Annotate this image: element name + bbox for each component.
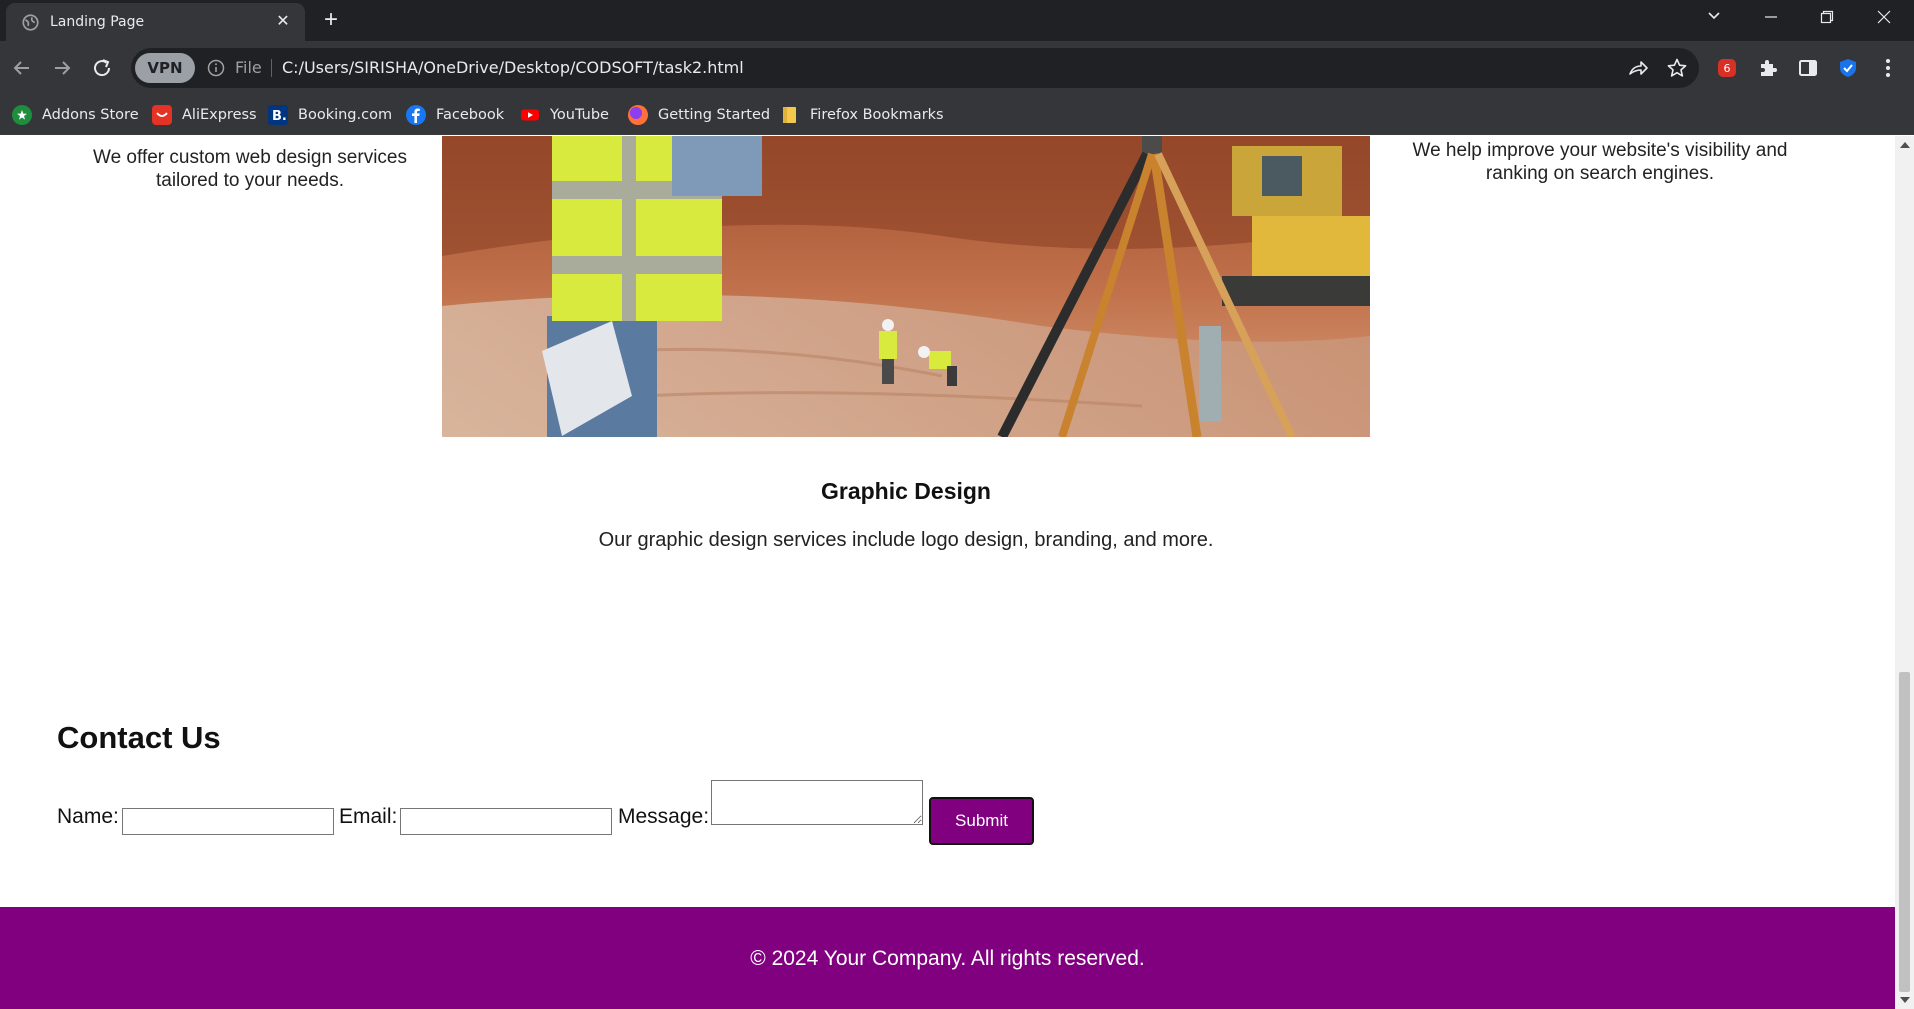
web-design-description: We offer custom web design services tail…	[93, 147, 407, 191]
booking-icon: B.	[268, 105, 288, 125]
info-icon[interactable]	[207, 59, 225, 77]
bookmark-aliexpress[interactable]: AliExpress	[152, 104, 257, 126]
facebook-icon	[406, 105, 426, 125]
page-viewport: We offer custom web design services tail…	[0, 136, 1895, 1009]
back-icon[interactable]	[9, 55, 35, 81]
name-input[interactable]	[122, 808, 334, 835]
globe-icon	[22, 14, 39, 31]
side-panel-icon[interactable]	[1796, 56, 1820, 80]
submit-button[interactable]: Submit	[929, 797, 1034, 845]
tab-title: Landing Page	[50, 14, 145, 30]
graphic-design-title: Graphic Design	[821, 478, 991, 504]
name-label: Name:	[57, 805, 119, 828]
bookmark-booking[interactable]: B. Booking.com	[268, 104, 392, 126]
menu-kebab-icon[interactable]	[1876, 56, 1900, 80]
bookmark-facebook[interactable]: Facebook	[406, 104, 504, 126]
bookmark-label: Addons Store	[42, 107, 139, 123]
browser-toolbar: VPN File C:/Users/SIRISHA/OneDrive/Deskt…	[0, 41, 1914, 95]
tab-landing-page[interactable]: Landing Page ✕	[6, 3, 305, 41]
minimize-icon[interactable]	[1757, 8, 1785, 32]
bookmarks-bar: Addons Store AliExpress B. Booking.com F…	[0, 95, 1914, 135]
bookmark-label: YouTube	[550, 107, 609, 123]
scroll-down-arrow-icon[interactable]	[1900, 997, 1910, 1003]
email-input[interactable]	[400, 808, 612, 835]
bookmark-label: Booking.com	[298, 107, 393, 123]
footer-copyright: © 2024 Your Company. All rights reserved…	[750, 947, 1145, 970]
forward-icon[interactable]	[49, 55, 75, 81]
graphic-design-description: Our graphic design services include logo…	[598, 529, 1214, 551]
scroll-thumb[interactable]	[1899, 672, 1910, 992]
scroll-up-arrow-icon[interactable]	[1900, 142, 1910, 148]
svg-text:B.: B.	[272, 109, 287, 124]
firefox-icon	[628, 105, 648, 125]
bookmark-label: Getting Started	[658, 107, 771, 123]
page-scrollbar[interactable]	[1895, 136, 1914, 1009]
folder-icon	[780, 105, 800, 125]
close-tab-icon[interactable]: ✕	[273, 12, 293, 32]
address-divider	[271, 59, 272, 77]
message-label: Message:	[618, 805, 710, 828]
tab-strip: Landing Page ✕ +	[0, 0, 1914, 41]
footer: © 2024 Your Company. All rights reserved…	[0, 907, 1895, 1009]
share-icon[interactable]	[1627, 57, 1649, 79]
bookmark-getting-started[interactable]: Getting Started	[628, 104, 770, 126]
message-textarea[interactable]	[711, 780, 923, 825]
svg-text:6: 6	[1724, 62, 1731, 75]
shield-check-icon[interactable]	[1836, 56, 1860, 80]
contact-title: Contact Us	[57, 720, 221, 755]
url-text[interactable]: C:/Users/SIRISHA/OneDrive/Desktop/CODSOF…	[282, 58, 744, 77]
vpn-button[interactable]: VPN	[135, 53, 195, 83]
address-bar[interactable]: VPN File C:/Users/SIRISHA/OneDrive/Deskt…	[131, 48, 1699, 88]
tab-search-icon[interactable]	[1700, 8, 1728, 32]
star-icon[interactable]	[1666, 57, 1688, 79]
bookmark-addons-store[interactable]: Addons Store	[12, 104, 139, 126]
construction-site-image	[442, 136, 1370, 437]
email-label: Email:	[339, 805, 398, 828]
file-scheme-label: File	[235, 58, 262, 77]
bookmark-label: AliExpress	[182, 107, 257, 123]
seo-description: We help improve your website's visibilit…	[1412, 140, 1788, 184]
bookmark-youtube[interactable]: YouTube	[520, 104, 609, 126]
reload-icon[interactable]	[89, 55, 115, 81]
new-tab-icon[interactable]: +	[318, 8, 344, 34]
bookmark-label: Facebook	[436, 107, 505, 123]
extensions-puzzle-icon[interactable]	[1756, 56, 1780, 80]
addons-store-icon	[12, 105, 32, 125]
aliexpress-icon	[152, 105, 172, 125]
youtube-icon	[520, 105, 540, 125]
restore-icon[interactable]	[1813, 8, 1841, 32]
bookmark-label: Firefox Bookmarks	[810, 107, 944, 123]
close-window-icon[interactable]	[1870, 8, 1898, 32]
bookmark-firefox-bookmarks[interactable]: Firefox Bookmarks	[780, 104, 944, 126]
extension-red-icon[interactable]: 6	[1715, 56, 1739, 80]
